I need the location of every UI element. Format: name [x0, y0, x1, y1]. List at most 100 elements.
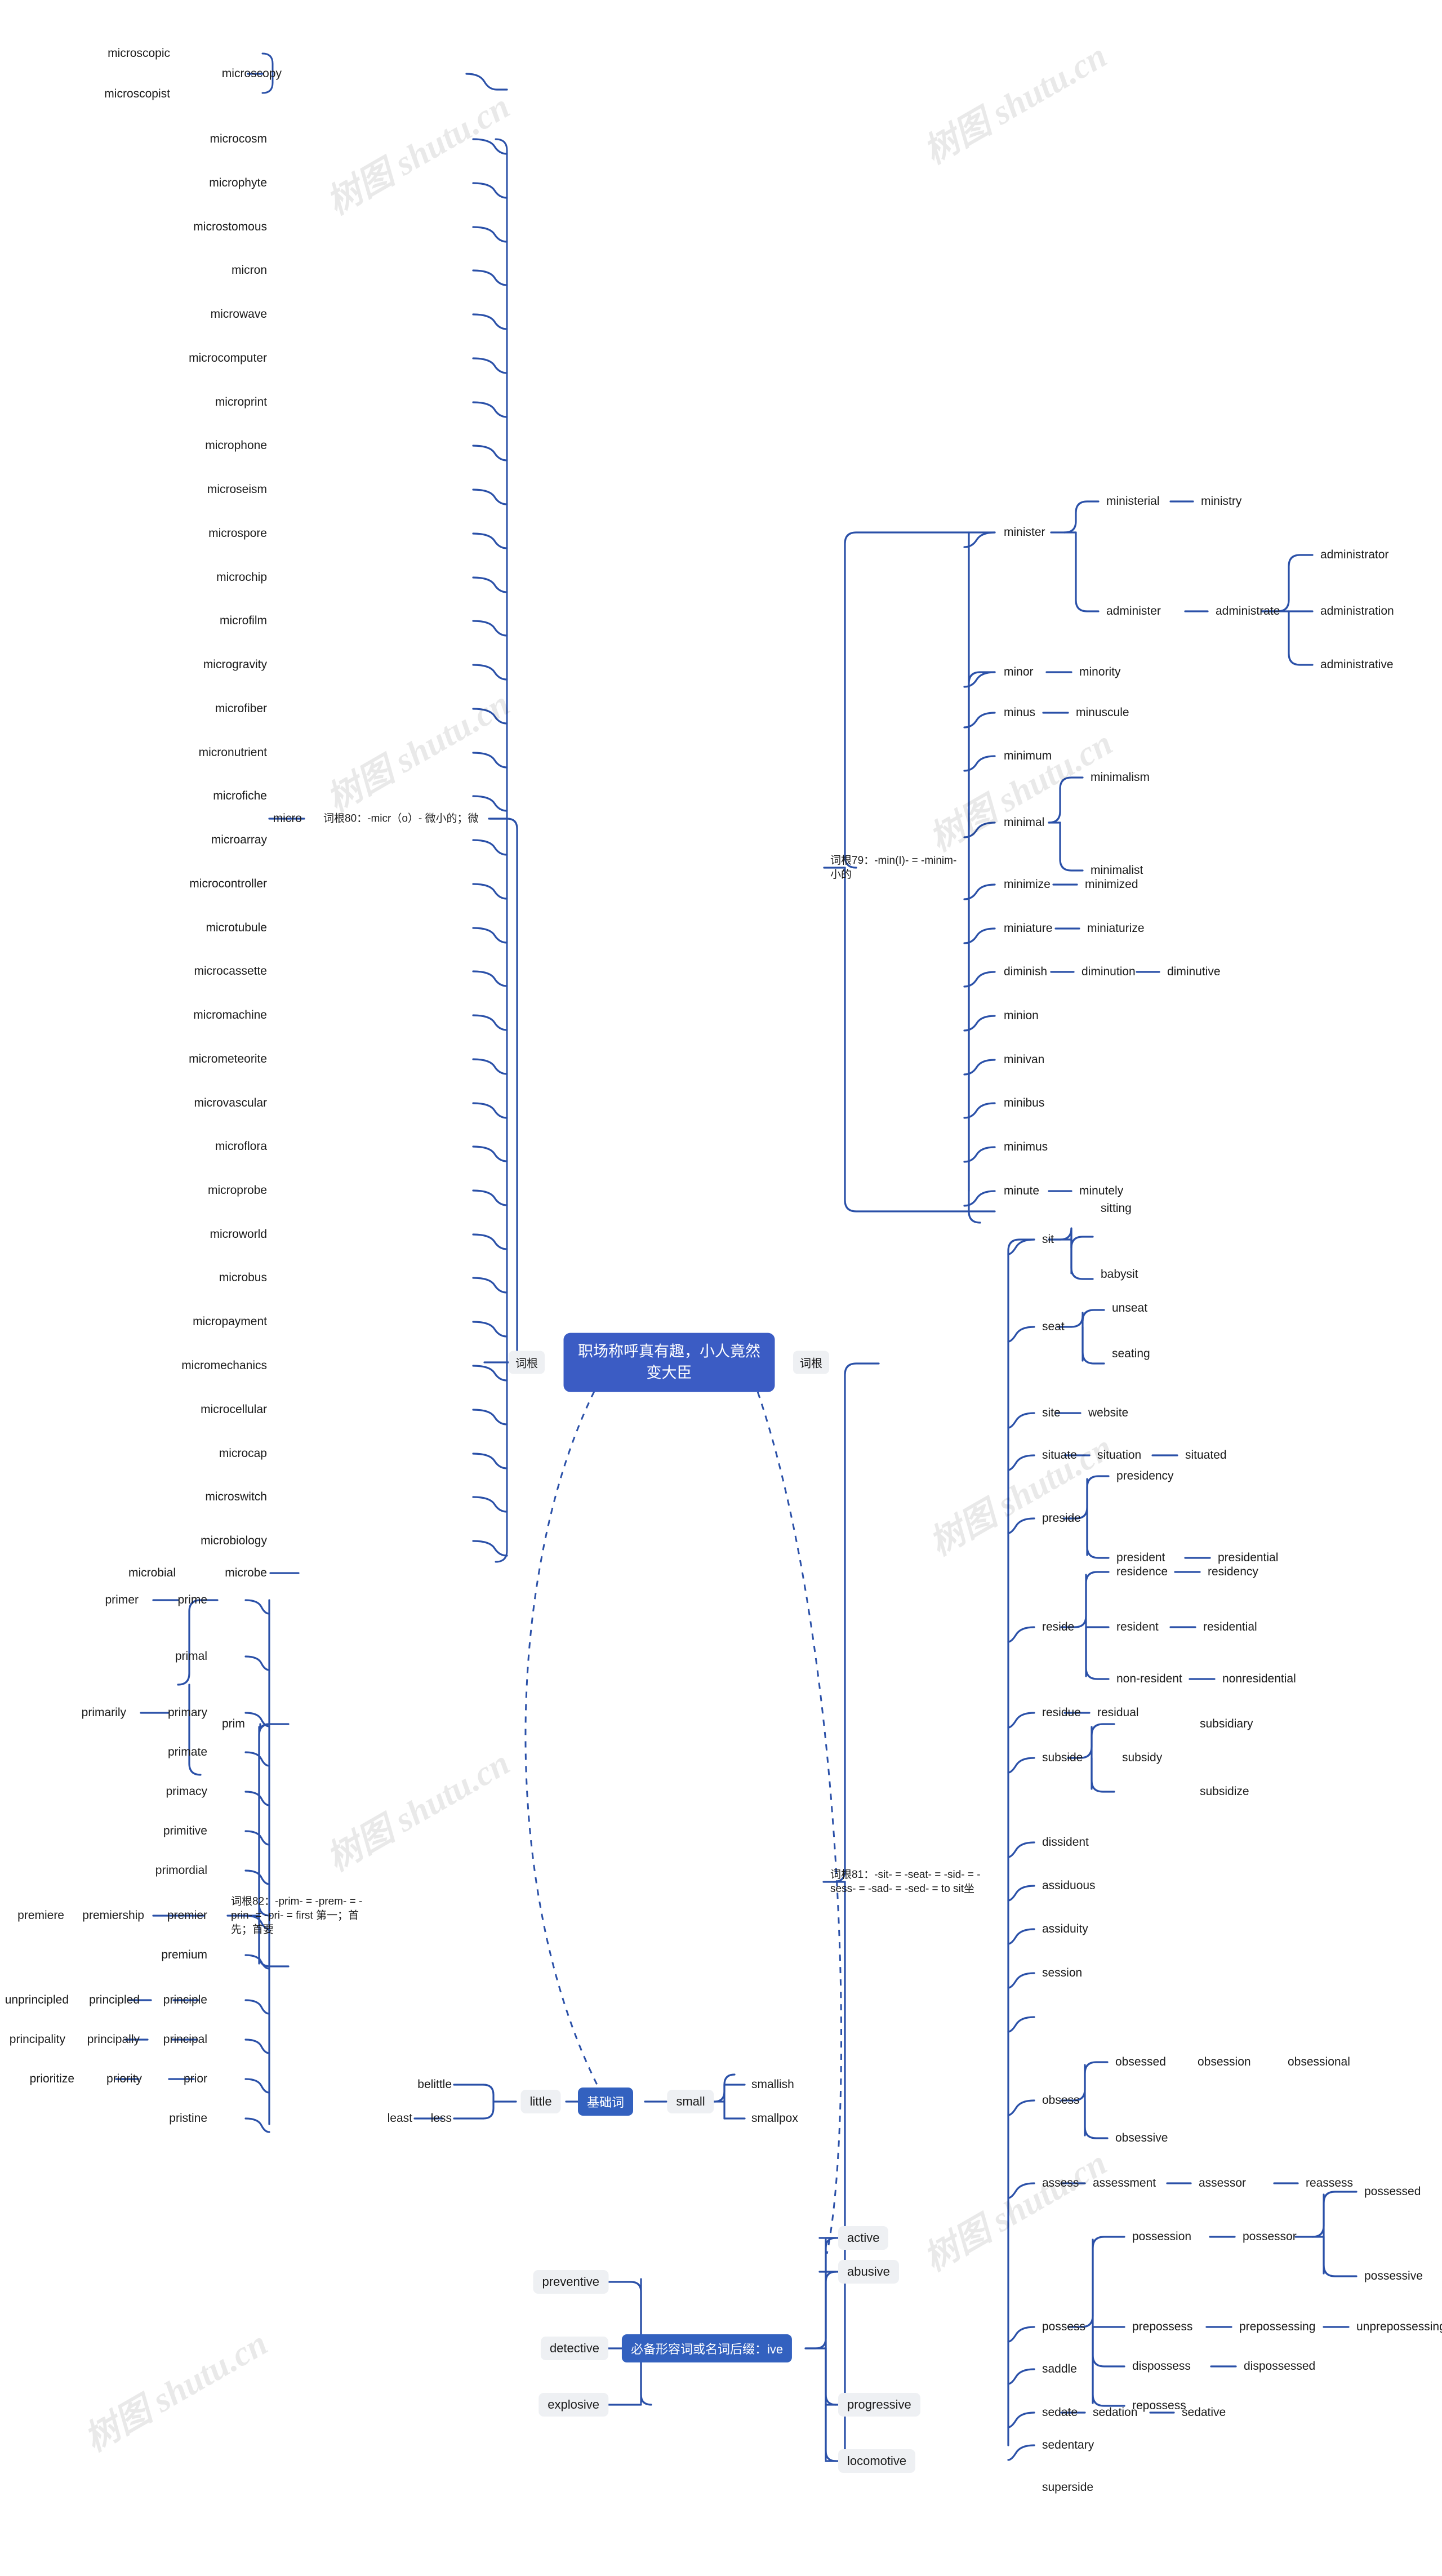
node-unprincipled[interactable]: unprincipled [3, 1991, 71, 2009]
node-premium[interactable]: premium [159, 1946, 210, 1964]
node-micro-leaf[interactable]: microstomous [191, 218, 269, 236]
node-residence[interactable]: residence [1114, 1563, 1170, 1581]
node-micro-leaf[interactable]: micron [229, 261, 269, 279]
node-premier[interactable]: premier [165, 1907, 210, 1925]
node-dispossessed[interactable]: dispossessed [1241, 2357, 1318, 2375]
node-minimus[interactable]: minimus [1002, 1138, 1050, 1156]
node-diminutive[interactable]: diminutive [1165, 963, 1223, 981]
node-unseat[interactable]: unseat [1110, 1299, 1150, 1317]
node-micro-leaf[interactable]: microcomputer [186, 349, 269, 367]
node-sedentary[interactable]: sedentary [1040, 2436, 1096, 2454]
node-micro-leaf[interactable]: micronutrient [197, 744, 269, 762]
node-babysit[interactable]: babysit [1098, 1265, 1141, 1283]
node-minister[interactable]: minister [1002, 523, 1048, 541]
node-possessed[interactable]: possessed [1362, 2183, 1423, 2201]
node-micro-leaf[interactable]: microworld [207, 1225, 269, 1243]
node-miniature[interactable]: miniature [1002, 920, 1054, 938]
node-ive-suffix[interactable]: 必备形容词或名词后缀：ive [621, 2334, 793, 2362]
node-primal[interactable]: primal [173, 1647, 210, 1665]
node-administrator[interactable]: administrator [1318, 546, 1391, 564]
node-assessor[interactable]: assessor [1196, 2174, 1248, 2192]
node-active[interactable]: active [838, 2226, 889, 2250]
node-subsidy[interactable]: subsidy [1120, 1749, 1164, 1767]
node-preside[interactable]: preside [1040, 1509, 1083, 1527]
node-micro-leaf[interactable]: microcontroller [187, 875, 269, 893]
node-prim-stem[interactable]: prim [220, 1715, 247, 1733]
node-primitive[interactable]: primitive [161, 1822, 210, 1840]
node-principally[interactable]: principally [85, 2031, 142, 2049]
node-reassess[interactable]: reassess [1303, 2174, 1355, 2192]
node-sit[interactable]: sit [1040, 1231, 1056, 1249]
node-primate[interactable]: primate [166, 1743, 210, 1761]
node-micro-leaf[interactable]: microfiber [213, 700, 269, 718]
node-micro-leaf[interactable]: microcap [217, 1445, 269, 1463]
node-micro-leaf[interactable]: micropayment [190, 1313, 269, 1331]
node-micro-leaf[interactable]: microcassette [192, 962, 269, 980]
node-minor[interactable]: minor [1002, 663, 1036, 681]
connector-label-right-cigen[interactable]: 词根 [793, 1351, 829, 1374]
node-assess[interactable]: assess [1040, 2174, 1081, 2192]
connector-label-left-cigen[interactable]: 词根 [509, 1351, 545, 1374]
node-micro-leaf[interactable]: microtubule [203, 919, 269, 937]
node-non-resident[interactable]: non-resident [1114, 1670, 1185, 1688]
node-micro-leaf[interactable]: microseism [205, 481, 269, 499]
node-saddle[interactable]: saddle [1040, 2360, 1079, 2378]
node-preventive[interactable]: preventive [533, 2270, 608, 2294]
node-micro-stem[interactable]: micro [271, 810, 304, 828]
node-prepossessing[interactable]: prepossessing [1237, 2318, 1318, 2336]
node-unprepossessing[interactable]: unprepossessing [1354, 2318, 1442, 2336]
node-subsidize[interactable]: subsidize [1198, 1783, 1252, 1801]
node-minion[interactable]: minion [1002, 1007, 1041, 1025]
node-principle[interactable]: principle [161, 1991, 210, 2009]
node-micro-leaf[interactable]: micrometeorite [186, 1050, 269, 1068]
node-sitting[interactable]: sitting [1098, 1200, 1134, 1218]
node-administrative[interactable]: administrative [1318, 656, 1396, 674]
node-miniaturize[interactable]: miniaturize [1085, 920, 1147, 938]
node-prime[interactable]: prime [175, 1591, 210, 1609]
node-minutely[interactable]: minutely [1077, 1182, 1125, 1200]
node-subside[interactable]: subside [1040, 1749, 1085, 1767]
node-sedate[interactable]: sedate [1040, 2404, 1080, 2422]
node-obsession[interactable]: obsession [1195, 2053, 1253, 2071]
node-resident[interactable]: resident [1114, 1618, 1161, 1636]
node-micro-leaf[interactable]: microcellular [198, 1401, 269, 1419]
node-minus[interactable]: minus [1002, 704, 1038, 722]
node-superside[interactable]: superside [1040, 2479, 1096, 2497]
node-less[interactable]: less [429, 2109, 454, 2128]
node-detective[interactable]: detective [540, 2337, 608, 2360]
node-prepossess[interactable]: prepossess [1130, 2318, 1195, 2336]
node-administrate[interactable]: administrate [1213, 602, 1282, 620]
node-micro-leaf[interactable]: microphone [203, 437, 269, 455]
node-micro-leaf[interactable]: microarray [209, 831, 269, 849]
node-micro-leaf[interactable]: microfilm [217, 612, 269, 630]
node-minimal[interactable]: minimal [1002, 814, 1047, 832]
node-micro-leaf[interactable]: microvascular [192, 1094, 269, 1112]
label-cigen-82[interactable]: 词根82：-prim- = -prem- = -prin- = -pri- = … [229, 1893, 374, 1938]
node-abusive[interactable]: abusive [838, 2260, 899, 2284]
node-microbe[interactable]: microbe [222, 1564, 269, 1582]
node-reside[interactable]: reside [1040, 1618, 1076, 1636]
node-obsessed[interactable]: obsessed [1113, 2053, 1168, 2071]
node-minority[interactable]: minority [1077, 663, 1123, 681]
node-sedative[interactable]: sedative [1180, 2404, 1228, 2422]
node-principal[interactable]: principal [161, 2031, 210, 2049]
node-progressive[interactable]: progressive [838, 2393, 920, 2417]
node-minimized[interactable]: minimized [1083, 876, 1141, 894]
node-dissident[interactable]: dissident [1040, 1833, 1091, 1851]
node-micro-leaf[interactable]: microbus [217, 1269, 269, 1287]
node-possessive[interactable]: possessive [1362, 2267, 1425, 2285]
node-obsessive[interactable]: obsessive [1113, 2129, 1170, 2147]
node-prior[interactable]: prior [181, 2070, 210, 2088]
node-principality[interactable]: principality [7, 2031, 68, 2049]
node-possession[interactable]: possession [1130, 2228, 1194, 2246]
label-cigen-79[interactable]: 词根79：-min(I)- = -minim- 小的 [828, 852, 968, 883]
node-micro-leaf[interactable]: microprobe [206, 1182, 269, 1200]
node-primarily[interactable]: primarily [79, 1704, 128, 1722]
node-ministry[interactable]: ministry [1199, 492, 1244, 510]
node-situated[interactable]: situated [1183, 1446, 1229, 1464]
label-cigen-81[interactable]: 词根81：-sit- = -seat- = -sid- = -sess- = -… [828, 1867, 985, 1897]
node-dispossess[interactable]: dispossess [1130, 2357, 1193, 2375]
node-basic-word[interactable]: 基础词 [577, 2088, 634, 2116]
node-ministerial[interactable]: ministerial [1104, 492, 1162, 510]
node-presidency[interactable]: presidency [1114, 1467, 1176, 1485]
